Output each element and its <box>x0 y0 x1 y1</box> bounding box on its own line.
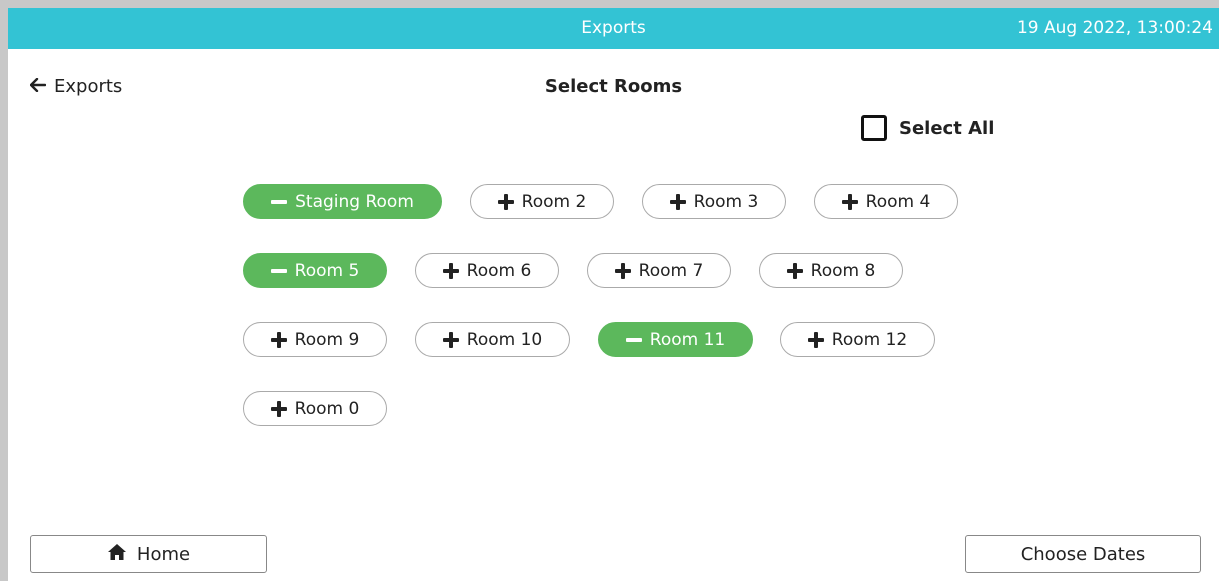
minus-icon <box>271 194 288 210</box>
room-chip[interactable]: Room 8 <box>759 253 903 288</box>
room-chip[interactable]: Room 2 <box>470 184 614 219</box>
room-chip-label: Staging Room <box>295 191 414 212</box>
page-title: Select Rooms <box>544 76 683 97</box>
select-all-checkbox[interactable]: Select All <box>861 115 994 141</box>
plus-icon <box>807 331 824 348</box>
room-chip[interactable]: Room 12 <box>780 322 935 357</box>
plus-icon <box>442 262 459 279</box>
app-window: Exports 19 Aug 2022, 13:00:24 Exports Se… <box>8 8 1219 581</box>
room-chip-label: Room 2 <box>521 191 587 212</box>
plus-icon <box>442 331 459 348</box>
plus-icon <box>669 193 686 210</box>
plus-icon <box>841 193 858 210</box>
choose-dates-button[interactable]: Choose Dates <box>965 535 1201 573</box>
room-chip[interactable]: Room 0 <box>243 391 387 426</box>
room-chip[interactable]: Room 4 <box>814 184 958 219</box>
room-chip-label: Room 6 <box>466 260 532 281</box>
top-bar: Exports 19 Aug 2022, 13:00:24 <box>8 8 1219 49</box>
room-chip-label: Room 4 <box>865 191 931 212</box>
select-all-label: Select All <box>899 117 995 139</box>
room-chip-label: Room 7 <box>638 260 704 281</box>
room-chip[interactable]: Staging Room <box>243 184 442 219</box>
minus-icon <box>625 332 642 348</box>
room-chip[interactable]: Room 9 <box>243 322 387 357</box>
datetime-display: 19 Aug 2022, 13:00:24 <box>1016 18 1213 38</box>
plus-icon <box>614 262 631 279</box>
choose-dates-label: Choose Dates <box>1020 543 1146 565</box>
room-chip[interactable]: Room 3 <box>642 184 786 219</box>
plus-icon <box>497 193 514 210</box>
room-chip[interactable]: Room 5 <box>243 253 387 288</box>
room-chip-label: Room 3 <box>693 191 759 212</box>
room-chip-label: Room 11 <box>649 329 726 350</box>
room-chip[interactable]: Room 10 <box>415 322 570 357</box>
room-chip-label: Room 0 <box>294 398 360 419</box>
plus-icon <box>270 400 287 417</box>
room-chip-label: Room 8 <box>810 260 876 281</box>
plus-icon <box>270 331 287 348</box>
plus-icon <box>786 262 803 279</box>
room-chip[interactable]: Room 11 <box>598 322 753 357</box>
room-chip-label: Room 5 <box>294 260 360 281</box>
room-chip-label: Room 9 <box>294 329 360 350</box>
room-chip[interactable]: Room 6 <box>415 253 559 288</box>
home-button-label: Home <box>136 543 191 565</box>
checkbox-icon[interactable] <box>861 115 887 141</box>
room-chip[interactable]: Room 7 <box>587 253 731 288</box>
home-button[interactable]: Home <box>30 535 267 573</box>
room-chip-label: Room 12 <box>831 329 908 350</box>
home-icon <box>107 543 127 566</box>
room-chip-label: Room 10 <box>466 329 543 350</box>
minus-icon <box>270 263 287 279</box>
